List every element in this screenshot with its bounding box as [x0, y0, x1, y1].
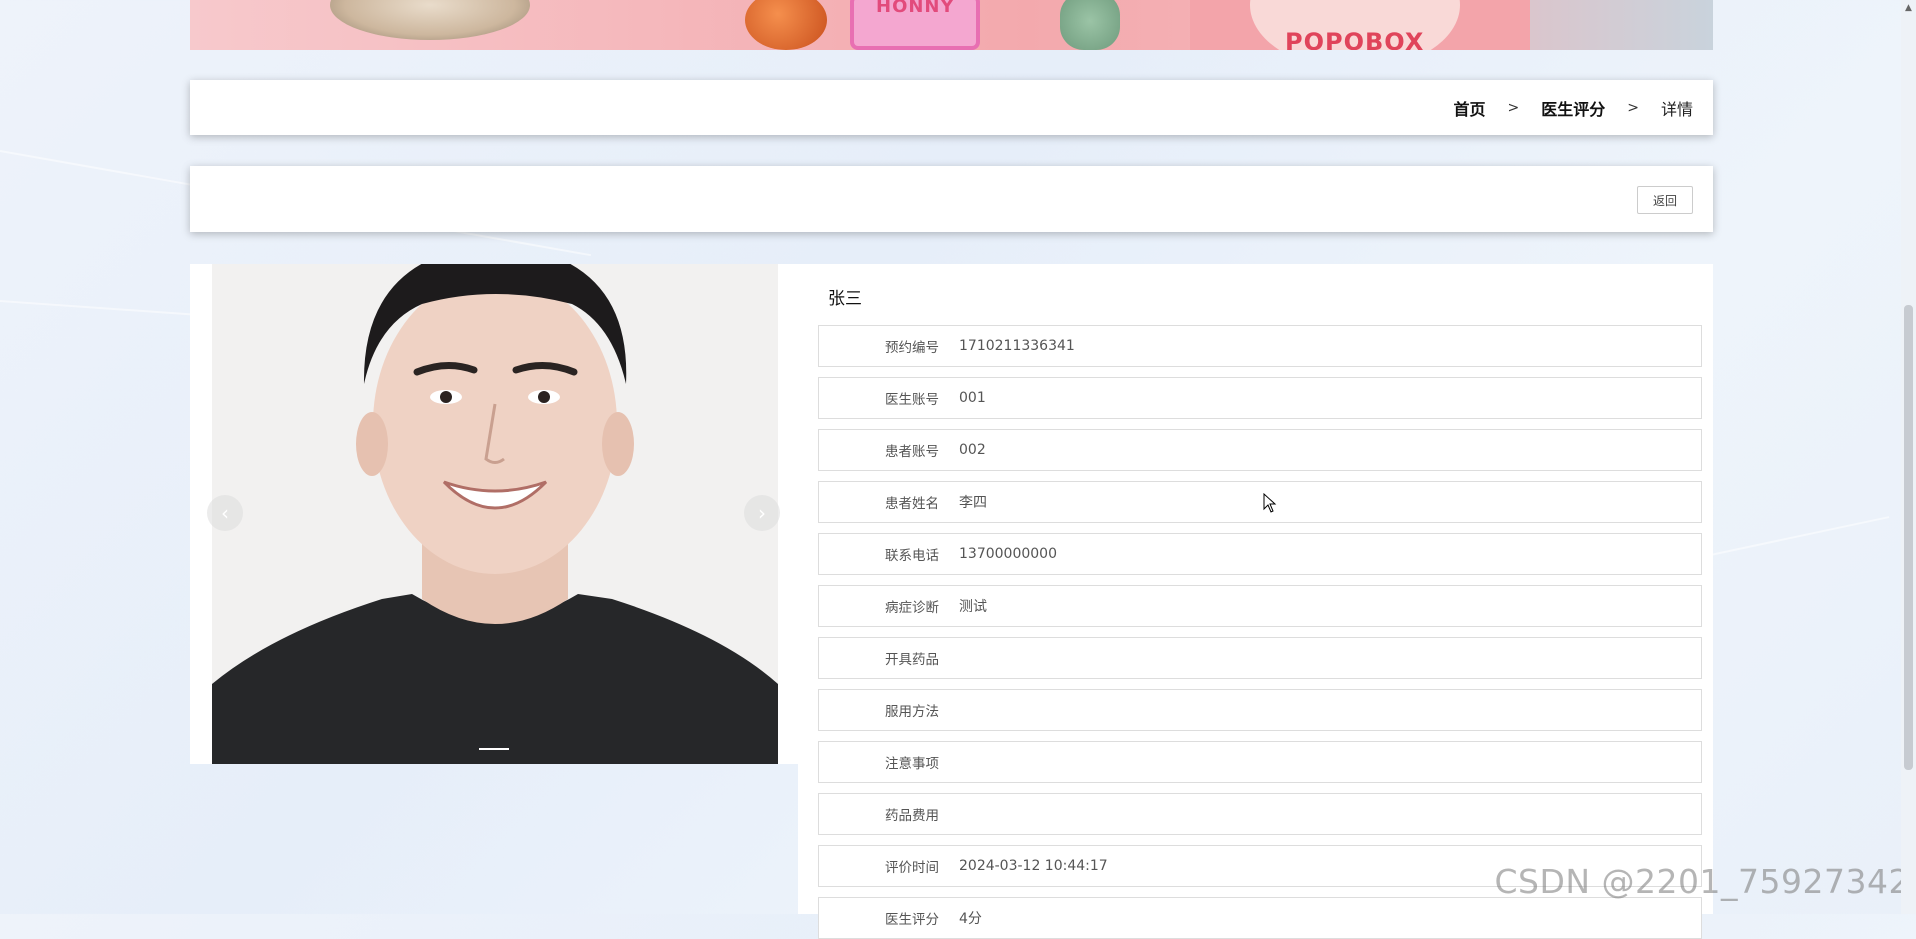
field-doctor-rating: 医生评分 4分 [818, 897, 1702, 939]
ball-illustration [745, 0, 827, 50]
field-label: 评价时间 [885, 860, 939, 876]
detail-content: ‹ › 张三 预约编号 1710211336341 医生账号 001 患者账号 … [190, 264, 1713, 939]
image-carousel: ‹ › [190, 264, 798, 764]
watermark-text: CSDN @2201_75927342 [1494, 862, 1910, 901]
banner-brand-text: POPOBOX [1285, 28, 1425, 50]
field-value: 4分 [959, 911, 982, 927]
field-label: 服用方法 [885, 704, 939, 720]
field-label: 患者姓名 [885, 496, 939, 512]
action-bar: 返回 [190, 166, 1713, 232]
field-appointment-number: 预约编号 1710211336341 [818, 325, 1702, 367]
toy-illustration: HONNY [850, 0, 980, 50]
carousel-indicator[interactable] [479, 748, 509, 750]
field-value: 2024-03-12 10:44:17 [959, 858, 1108, 874]
mouse-cursor-icon [1263, 493, 1277, 513]
field-label: 病症诊断 [885, 600, 939, 616]
field-value: 13700000000 [959, 546, 1057, 562]
field-value: 1710211336341 [959, 338, 1075, 354]
field-value: 001 [959, 390, 986, 406]
toy-text: HONNY [876, 0, 955, 17]
carousel-prev-button[interactable]: ‹ [207, 495, 243, 531]
breadcrumb-bar: 首页 > 医生评分 > 详情 [190, 80, 1713, 135]
field-label: 医生账号 [885, 392, 939, 408]
field-label: 医生评分 [885, 912, 939, 928]
field-value: 002 [959, 442, 986, 458]
scroll-up-arrow-icon[interactable]: ▲ [1901, 0, 1916, 15]
doctor-photo [212, 264, 778, 764]
field-patient-account: 患者账号 002 [818, 429, 1702, 471]
field-label: 开具药品 [885, 652, 939, 668]
field-phone: 联系电话 13700000000 [818, 533, 1702, 575]
top-banner-image: HONNY POPOBOX [190, 0, 1713, 50]
dog-illustration [330, 0, 530, 40]
field-patient-name: 患者姓名 李四 [818, 481, 1702, 523]
field-label: 预约编号 [885, 340, 939, 356]
breadcrumb: 首页 > 医生评分 > 详情 [1453, 80, 1693, 135]
breadcrumb-home[interactable]: 首页 [1453, 96, 1485, 120]
field-label: 药品费用 [885, 808, 939, 824]
plant-illustration [1060, 0, 1120, 50]
field-value: 测试 [959, 599, 987, 615]
breadcrumb-separator: > [1507, 99, 1520, 116]
page-scrollbar[interactable]: ▲ [1901, 0, 1916, 914]
field-doctor-account: 医生账号 001 [818, 377, 1702, 419]
breadcrumb-current: 详情 [1660, 99, 1693, 119]
field-label: 注意事项 [885, 756, 939, 772]
field-precautions: 注意事项 [818, 741, 1702, 783]
field-usage-method: 服用方法 [818, 689, 1702, 731]
breadcrumb-doctor-rating[interactable]: 医生评分 [1541, 96, 1605, 120]
field-prescribed-medicine: 开具药品 [818, 637, 1702, 679]
portrait-image [212, 264, 778, 764]
field-label: 患者账号 [885, 444, 939, 460]
carousel-next-button[interactable]: › [744, 495, 780, 531]
field-medicine-cost: 药品费用 [818, 793, 1702, 835]
gift-box-illustration: POPOBOX [1190, 0, 1530, 50]
scrollbar-thumb[interactable] [1904, 305, 1913, 770]
field-value: 李四 [959, 495, 987, 511]
back-button[interactable]: 返回 [1637, 186, 1693, 214]
field-label: 联系电话 [885, 548, 939, 564]
detail-panel: 张三 预约编号 1710211336341 医生账号 001 患者账号 002 … [798, 264, 1713, 939]
field-diagnosis: 病症诊断 测试 [818, 585, 1702, 627]
breadcrumb-separator: > [1627, 99, 1639, 116]
doctor-name: 张三 [828, 289, 862, 309]
